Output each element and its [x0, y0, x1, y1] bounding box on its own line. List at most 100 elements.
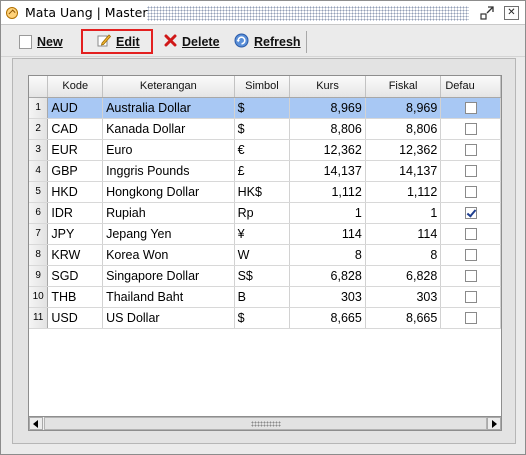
default-checkbox[interactable] — [464, 270, 477, 283]
cell-fiskal[interactable]: 8 — [365, 244, 442, 266]
cell-simbol[interactable]: B — [234, 286, 291, 308]
cell-keterangan[interactable]: Rupiah — [102, 202, 235, 224]
cell-kurs[interactable]: 8,969 — [289, 97, 366, 119]
cell-simbol[interactable]: W — [234, 244, 291, 266]
cell-fiskal[interactable]: 114 — [365, 223, 442, 245]
cell-keterangan[interactable]: Thailand Baht — [102, 286, 235, 308]
cell-fiskal[interactable]: 1,112 — [365, 181, 442, 203]
float-window-icon[interactable] — [480, 6, 495, 20]
cell-default[interactable] — [440, 223, 501, 245]
cell-simbol[interactable]: $ — [234, 118, 291, 140]
column-header-kode[interactable]: Kode — [47, 76, 104, 98]
column-header-simbol[interactable]: Simbol — [234, 76, 291, 98]
new-button[interactable]: New — [19, 29, 63, 54]
horizontal-scrollbar[interactable] — [28, 416, 502, 431]
table-row[interactable]: 5 HKD Hongkong Dollar HK$ 1,112 1,112 — [29, 181, 501, 203]
cell-default[interactable] — [440, 202, 501, 224]
scroll-right-arrow-icon[interactable] — [487, 417, 501, 430]
cell-default[interactable] — [440, 244, 501, 266]
cell-keterangan[interactable]: Australia Dollar — [102, 97, 235, 119]
cell-kode[interactable]: IDR — [47, 202, 104, 224]
default-checkbox[interactable] — [464, 228, 477, 241]
table-row[interactable]: 4 GBP Inggris Pounds £14,137 14,137 — [29, 160, 501, 182]
cell-simbol[interactable]: ¥ — [234, 223, 291, 245]
cell-kode[interactable]: SGD — [47, 265, 104, 287]
cell-keterangan[interactable]: Hongkong Dollar — [102, 181, 235, 203]
cell-fiskal[interactable]: 303 — [365, 286, 442, 308]
cell-kurs[interactable]: 1,112 — [289, 181, 366, 203]
cell-kurs[interactable]: 6,828 — [289, 265, 366, 287]
cell-default[interactable] — [440, 160, 501, 182]
default-checkbox[interactable] — [464, 123, 477, 136]
column-header-fiskal[interactable]: Fiskal — [365, 76, 442, 98]
cell-fiskal[interactable]: 8,665 — [365, 307, 442, 329]
cell-kurs[interactable]: 8,806 — [289, 118, 366, 140]
cell-kode[interactable]: KRW — [47, 244, 104, 266]
cell-kode[interactable]: CAD — [47, 118, 104, 140]
cell-default[interactable] — [440, 286, 501, 308]
table-row[interactable]: 10 THB Thailand Baht B 303 303 — [29, 286, 501, 308]
cell-simbol[interactable]: £ — [234, 160, 291, 182]
cell-simbol[interactable]: $ — [234, 307, 291, 329]
table-row[interactable]: 7 JPY Jepang Yen ¥114 114 — [29, 223, 501, 245]
cell-kurs[interactable]: 114 — [289, 223, 366, 245]
cell-kode[interactable]: JPY — [47, 223, 104, 245]
close-icon[interactable]: ✕ — [504, 6, 519, 20]
cell-default[interactable] — [440, 118, 501, 140]
cell-kode[interactable]: THB — [47, 286, 104, 308]
cell-fiskal[interactable]: 6,828 — [365, 265, 442, 287]
cell-default[interactable] — [440, 139, 501, 161]
cell-simbol[interactable]: € — [234, 139, 291, 161]
delete-button[interactable]: Delete — [164, 29, 220, 54]
cell-simbol[interactable]: S$ — [234, 265, 291, 287]
default-checkbox[interactable] — [464, 291, 477, 304]
cell-default[interactable] — [440, 307, 501, 329]
table-row[interactable]: 11 USD US Dollar $8,665 8,665 — [29, 307, 501, 329]
cell-fiskal[interactable]: 8,806 — [365, 118, 442, 140]
cell-keterangan[interactable]: Kanada Dollar — [102, 118, 235, 140]
cell-keterangan[interactable]: Inggris Pounds — [102, 160, 235, 182]
default-checkbox[interactable] — [464, 165, 477, 178]
cell-fiskal[interactable]: 14,137 — [365, 160, 442, 182]
table-row[interactable]: 2 CAD Kanada Dollar $8,806 8,806 — [29, 118, 501, 140]
cell-kode[interactable]: AUD — [47, 97, 104, 119]
table-row[interactable]: 9 SGD Singapore Dollar S$ 6,828 6,828 — [29, 265, 501, 287]
table-row[interactable]: 3 EUR Euro €12,362 12,362 — [29, 139, 501, 161]
cell-fiskal[interactable]: 1 — [365, 202, 442, 224]
cell-default[interactable] — [440, 97, 501, 119]
cell-simbol[interactable]: HK$ — [234, 181, 291, 203]
table-row[interactable]: 1 AUD Australia Dollar $8,969 8,969 — [29, 97, 501, 119]
table-row[interactable]: 6 IDR Rupiah Rp 1 1 — [29, 202, 501, 224]
default-checkbox[interactable] — [464, 312, 477, 325]
cell-kode[interactable]: EUR — [47, 139, 104, 161]
cell-keterangan[interactable]: Jepang Yen — [102, 223, 235, 245]
cell-kode[interactable]: USD — [47, 307, 104, 329]
table-row[interactable]: 8 KRW Korea Won W 8 8 — [29, 244, 501, 266]
cell-kurs[interactable]: 8 — [289, 244, 366, 266]
cell-kurs[interactable]: 14,137 — [289, 160, 366, 182]
scroll-left-arrow-icon[interactable] — [29, 417, 43, 430]
cell-default[interactable] — [440, 265, 501, 287]
column-header-keterangan[interactable]: Keterangan — [102, 76, 235, 98]
default-checkbox[interactable] — [464, 186, 477, 199]
default-checkbox[interactable] — [464, 207, 477, 220]
scroll-thumb[interactable] — [44, 417, 487, 430]
refresh-button[interactable]: Refresh — [234, 29, 301, 54]
cell-fiskal[interactable]: 8,969 — [365, 97, 442, 119]
cell-kurs[interactable]: 1 — [289, 202, 366, 224]
cell-kode[interactable]: HKD — [47, 181, 104, 203]
cell-keterangan[interactable]: US Dollar — [102, 307, 235, 329]
cell-kurs[interactable]: 303 — [289, 286, 366, 308]
cell-keterangan[interactable]: Euro — [102, 139, 235, 161]
cell-kurs[interactable]: 8,665 — [289, 307, 366, 329]
cell-fiskal[interactable]: 12,362 — [365, 139, 442, 161]
title-drag-handle[interactable] — [147, 6, 469, 21]
cell-kurs[interactable]: 12,362 — [289, 139, 366, 161]
default-checkbox[interactable] — [464, 102, 477, 115]
currency-grid[interactable]: Kode Keterangan Simbol Kurs Fiskal Defau… — [28, 75, 502, 430]
edit-button[interactable]: Edit — [81, 29, 153, 54]
cell-simbol[interactable]: Rp — [234, 202, 291, 224]
cell-keterangan[interactable]: Singapore Dollar — [102, 265, 235, 287]
cell-default[interactable] — [440, 181, 501, 203]
cell-keterangan[interactable]: Korea Won — [102, 244, 235, 266]
